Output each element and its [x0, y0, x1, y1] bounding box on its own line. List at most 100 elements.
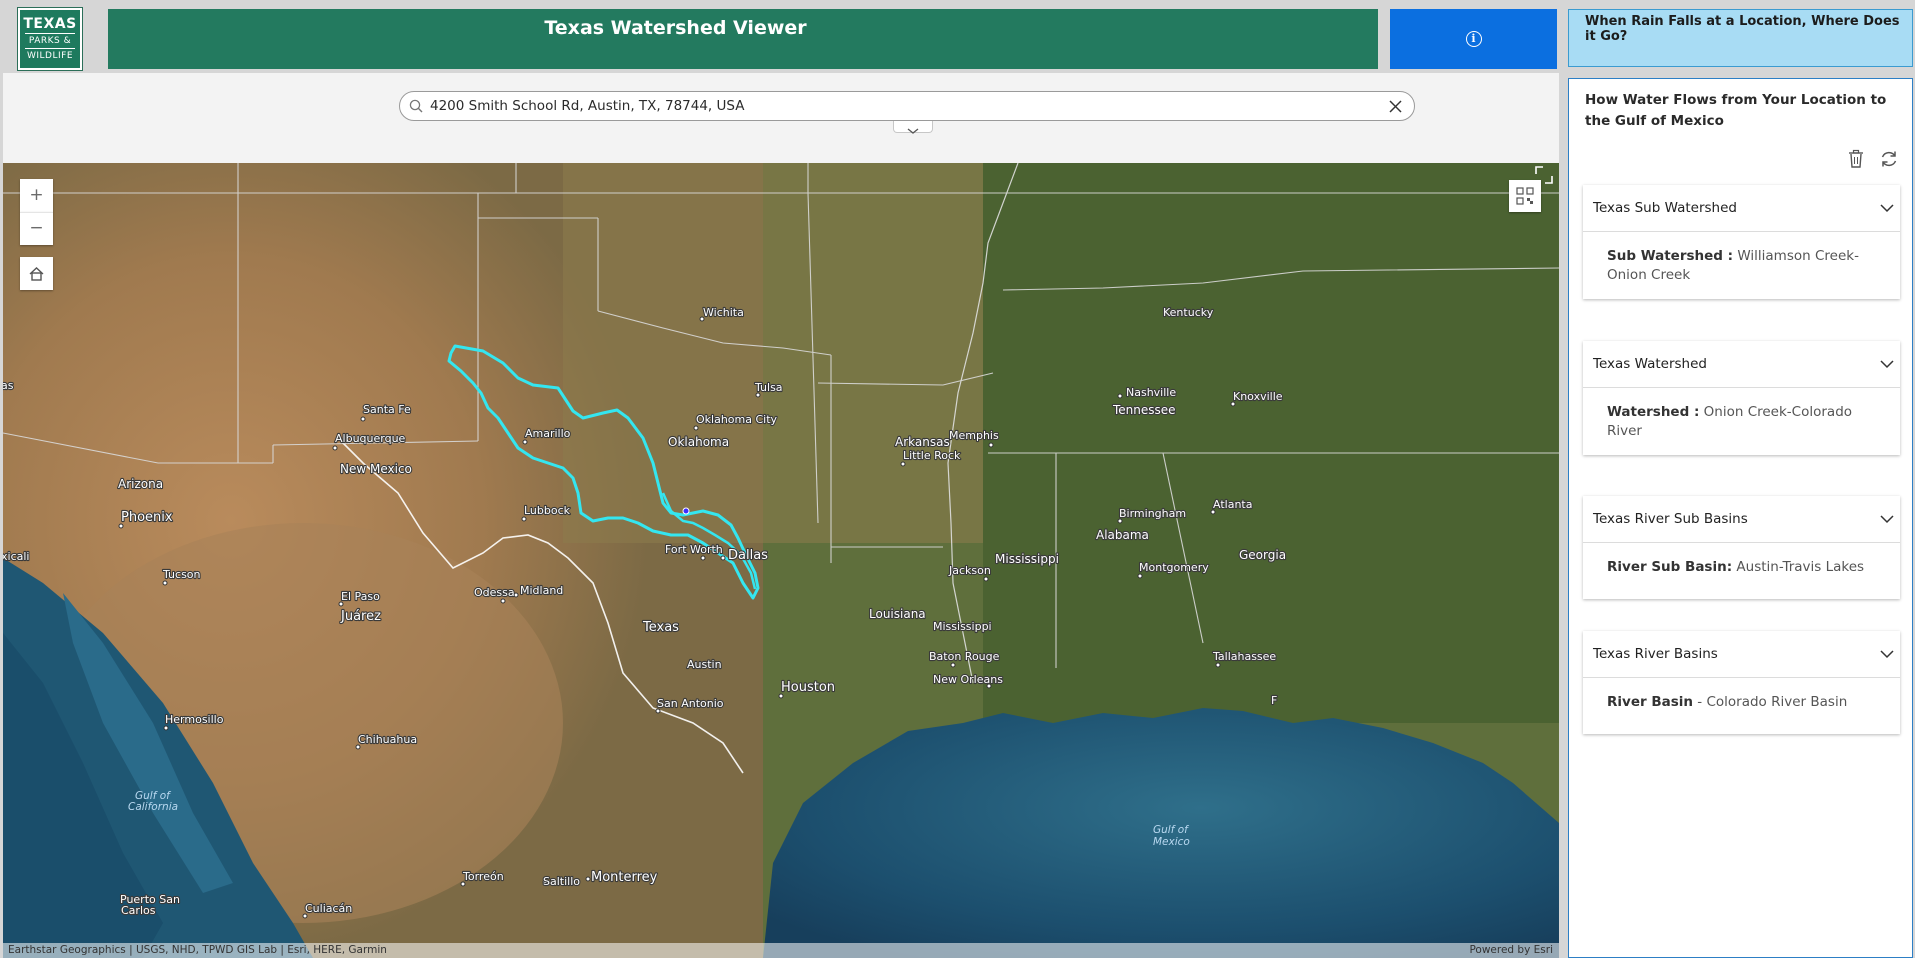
label-tucson: Tucson [162, 568, 201, 581]
attribution-text: Earthstar Geographics | USGS, NHD, TPWD … [8, 944, 387, 956]
zoom-out-button[interactable]: − [20, 212, 53, 245]
card-river-basins: Texas River Basins River Basin - Colorad… [1583, 631, 1900, 734]
label-wichita: Wichita [703, 306, 744, 319]
map-attribution: Earthstar Geographics | USGS, NHD, TPWD … [3, 943, 1559, 958]
label-tallahassee: Tallahassee [1212, 650, 1276, 663]
label-edge-as: as [3, 379, 14, 392]
card-heading: Texas River Sub Basins [1593, 511, 1748, 527]
panel-title: How Water Flows from Your Location to th… [1585, 92, 1887, 129]
field-value: Austin-Travis Lakes [1732, 559, 1865, 575]
label-mississippi-state: Mississippi [995, 552, 1059, 566]
chevron-down-icon[interactable] [1880, 201, 1894, 215]
card-heading: Texas River Basins [1593, 646, 1718, 662]
card-body: Watershed : Onion Creek-Colorado River [1583, 388, 1900, 455]
card-header-watershed[interactable]: Texas Watershed [1583, 341, 1900, 388]
card-body: River Basin - Colorado River Basin [1583, 678, 1900, 734]
label-fort-worth: Fort Worth [665, 543, 723, 556]
label-santafe: Santa Fe [363, 403, 411, 416]
chevron-down-icon [907, 128, 919, 134]
label-gulf-mexico-2: Mexico [1153, 836, 1190, 848]
logo-line-2: PARKS & [28, 36, 72, 46]
card-header-river-basins[interactable]: Texas River Basins [1583, 631, 1900, 678]
label-new-mexico: New Mexico [340, 462, 412, 476]
home-icon [29, 267, 44, 281]
label-gulf-mexico-1: Gulf of [1153, 824, 1190, 836]
map-labels: Wichita Kentucky Tulsa Nashville Knoxvil… [3, 305, 1287, 918]
label-tulsa: Tulsa [754, 381, 783, 394]
card-heading: Texas Watershed [1593, 356, 1707, 372]
label-albuquerque: Albuquerque [335, 432, 406, 445]
label-new-orleans: New Orleans [933, 673, 1003, 686]
logo-line-1: TEXAS [23, 16, 77, 32]
app-title: Texas Watershed Viewer [544, 17, 807, 39]
logo-line-3: WILDLIFE [26, 51, 74, 61]
label-edge-f: F [1271, 694, 1277, 707]
search-input[interactable]: 4200 Smith School Rd, Austin, TX, 78744,… [430, 92, 744, 120]
label-tennessee: Tennessee [1112, 403, 1176, 417]
label-chihuahua: Chihuahua [358, 733, 417, 746]
card-heading: Texas Sub Watershed [1593, 200, 1737, 216]
label-atlanta: Atlanta [1213, 498, 1252, 511]
info-icon: i [1465, 31, 1482, 47]
label-saltillo: Saltillo [543, 875, 580, 888]
refresh-icon[interactable] [1879, 149, 1899, 169]
label-culiacan: Culiacán [305, 902, 352, 915]
powered-by-esri[interactable]: Powered by Esri [1469, 943, 1553, 958]
label-oklahoma: Oklahoma [668, 435, 729, 449]
label-dallas: Dallas [728, 548, 768, 563]
label-birmingham: Birmingham [1119, 507, 1186, 520]
card-header-sub-watershed[interactable]: Texas Sub Watershed [1583, 185, 1900, 232]
qr-code-button[interactable] [1509, 180, 1541, 212]
card-watershed: Texas Watershed Watershed : Onion Creek-… [1583, 341, 1900, 455]
label-kentucky: Kentucky [1163, 306, 1214, 319]
qr-code-icon [1516, 187, 1534, 205]
label-alabama: Alabama [1096, 528, 1149, 542]
home-button[interactable] [20, 257, 53, 290]
panel-header-text: When Rain Falls at a Location, Where Doe… [1585, 14, 1900, 44]
results-panel: How Water Flows from Your Location to th… [1568, 78, 1913, 958]
map-view[interactable]: Wichita Kentucky Tulsa Nashville Knoxvil… [3, 163, 1559, 958]
search-icon [409, 99, 423, 113]
field-label: Sub Watershed : [1607, 248, 1734, 264]
label-amarillo: Amarillo [525, 427, 571, 440]
label-torreon: Torreón [462, 870, 504, 883]
card-body: River Sub Basin: Austin-Travis Lakes [1583, 543, 1900, 599]
field-label: River Basin [1607, 694, 1694, 710]
zoom-in-button[interactable]: + [20, 179, 53, 212]
chevron-down-icon[interactable] [1880, 357, 1894, 371]
label-little-rock: Little Rock [903, 449, 961, 462]
label-montgomery: Montgomery [1139, 561, 1209, 574]
tpwd-logo: TEXAS PARKS & WILDLIFE [18, 8, 82, 70]
label-midland: Midland [520, 584, 563, 597]
collapse-search-toggle[interactable] [893, 121, 933, 134]
card-sub-watershed: Texas Sub Watershed Sub Watershed : Will… [1583, 185, 1900, 299]
label-hermosillo: Hermosillo [165, 713, 224, 726]
label-lubbock: Lubbock [524, 504, 571, 517]
label-memphis: Memphis [949, 429, 999, 442]
label-arkansas: Arkansas [895, 435, 950, 449]
label-texas: Texas [642, 620, 679, 635]
card-body: Sub Watershed : Williamson Creek-Onion C… [1583, 232, 1900, 299]
chevron-down-icon[interactable] [1880, 647, 1894, 661]
label-knoxville: Knoxville [1233, 390, 1283, 403]
label-louisiana: Louisiana [869, 607, 926, 621]
field-label: River Sub Basin: [1607, 559, 1733, 575]
label-arizona: Arizona [118, 477, 163, 491]
label-el-paso: El Paso [341, 590, 380, 603]
label-gulf-california-2: California [128, 801, 178, 813]
card-header-river-sub-basins[interactable]: Texas River Sub Basins [1583, 496, 1900, 543]
chevron-down-icon[interactable] [1880, 512, 1894, 526]
title-bar: Texas Watershed Viewer [108, 9, 1378, 69]
label-phoenix: Phoenix [121, 510, 173, 525]
label-juarez: Juárez [340, 609, 381, 624]
trash-icon[interactable] [1847, 149, 1865, 169]
card-river-sub-basins: Texas River Sub Basins River Sub Basin: … [1583, 496, 1900, 599]
label-austin: Austin [687, 658, 722, 671]
label-jackson: Jackson [948, 564, 991, 577]
close-icon[interactable] [1389, 100, 1402, 113]
info-button[interactable]: i [1390, 9, 1557, 69]
panel-header: When Rain Falls at a Location, Where Doe… [1568, 9, 1913, 67]
search-bar[interactable]: 4200 Smith School Rd, Austin, TX, 78744,… [399, 91, 1415, 121]
label-baton-rouge: Baton Rouge [929, 650, 1000, 663]
label-mexicali: xicali [3, 550, 29, 563]
